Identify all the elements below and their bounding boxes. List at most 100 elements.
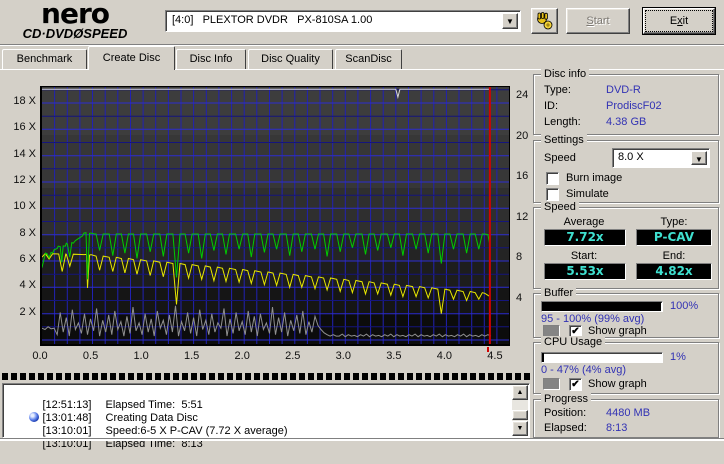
buffer-range: 95 - 100% (99% avg) (541, 313, 645, 325)
log-separator (2, 373, 530, 380)
tab-create-disc[interactable]: Create Disc (88, 46, 175, 70)
disc-length-label: Length: (544, 116, 581, 128)
tab-benchmark[interactable]: Benchmark (2, 49, 87, 69)
log-line: [13:10:01] Elapsed Time: 8:13 (42, 438, 203, 450)
burn-image-label: Burn image (566, 172, 623, 184)
y-axis-left-tick: 8 X (19, 226, 36, 239)
drive-select[interactable]: [4:0] PLEXTOR DVDR PX-810SA 1.00 ▼ (165, 10, 521, 32)
x-axis-tick: 4.0 (436, 350, 453, 362)
speed-panel-title: Speed (541, 201, 579, 213)
x-axis-tick: 3.0 (335, 350, 351, 362)
log-box: [12:51:13] Elapsed Time: 5:51 [13:01:48]… (2, 383, 530, 450)
simulate-label: Simulate (566, 188, 609, 200)
disc-info-title: Disc info (541, 68, 590, 80)
scroll-thumb[interactable] (512, 410, 528, 420)
disc-type-value: DVD-R (606, 84, 641, 96)
x-axis-tick: 1.0 (133, 350, 149, 362)
tab-disc-quality[interactable]: Disc Quality (248, 49, 333, 69)
nero-cd-dvd-speed-window: { "header": { "logo_line1": "nero", "log… (0, 0, 724, 450)
x-axis-tick: 0.0 (32, 350, 48, 362)
x-axis-tick: 4.5 (487, 350, 503, 362)
simulate-checkbox[interactable] (546, 188, 559, 201)
tab-page-create-disc: 2 X 4 X 6 X 8 X 10 X 12 X 14 X 16 X 18 X 4 8 12 16 20… (0, 68, 724, 450)
start-value: 5.53x (544, 263, 626, 280)
cpu-panel-title: CPU Usage (541, 336, 606, 348)
speed-graph: 2 X 4 X 6 X 8 X 10 X 12 X 14 X 16 X 18 X 4 8 12 16 20… (0, 70, 531, 370)
speed-select-arrow[interactable]: ▼ (691, 151, 707, 165)
type-value: P-CAV (636, 229, 712, 246)
y-axis-left-tick: 10 X (13, 200, 36, 213)
x-axis-tick: 2.0 (234, 350, 250, 362)
log-scrollbar[interactable]: ▲ ▼ (512, 385, 528, 436)
app-logo: nero CD·DVDØSPEED (10, 0, 140, 41)
cpu-percent: 1% (670, 351, 686, 363)
scroll-down-button[interactable]: ▼ (512, 421, 528, 436)
hand-tool-icon (537, 12, 553, 30)
drive-select-arrow[interactable]: ▼ (502, 13, 518, 29)
speed-setting-label: Speed (544, 152, 576, 164)
speed-panel: Speed Average Type: 7.72x P-CAV Start: E… (533, 201, 719, 289)
y-axis-left-tick: 4 X (19, 279, 36, 292)
buffer-percent: 100% (670, 300, 699, 312)
cpu-panel: CPU Usage 1% 0 - 47% (4% avg) ✔ Show gra… (533, 336, 719, 394)
cpu-bar-fill (542, 353, 545, 362)
progress-panel: Progress Position: 4480 MB Elapsed: 8:13 (533, 393, 719, 438)
elapsed-value: 8:13 (606, 422, 628, 434)
tab-scandisc[interactable]: ScanDisc (335, 49, 402, 69)
cpu-show-graph-checkbox[interactable]: ✔ (569, 378, 582, 391)
x-axis-tick: 0.5 (82, 350, 99, 362)
type-label: Type: (660, 216, 688, 228)
log-line: [13:10:01] Speed:6-5 X P-CAV (7.72 X ave… (42, 425, 288, 437)
position-tick (486, 347, 489, 352)
buffer-bar-fill (542, 302, 661, 311)
disc-id-value: ProdiscF02 (606, 100, 662, 112)
average-label: Average (563, 216, 605, 228)
y-axis-left-tick: 18 X (13, 95, 36, 107)
logo-cddvdspeed: CD·DVDØSPEED (22, 26, 128, 41)
speed-select[interactable]: 8.0 X ▼ (612, 148, 710, 168)
x-axis-tick: 1.5 (183, 350, 200, 362)
y-axis-left-tick: 2 X (19, 305, 36, 318)
exit-button[interactable]: Exit (642, 7, 716, 35)
speed-graph-plot (40, 86, 510, 346)
tab-disc-info[interactable]: Disc Info (176, 49, 246, 69)
logo-nero: nero (41, 0, 110, 30)
options-button[interactable] (531, 8, 558, 34)
settings-title: Settings (541, 134, 587, 146)
speed-select-value: 8.0 X (618, 151, 644, 163)
start-button[interactable]: Start (566, 8, 630, 34)
cpu-show-graph-label: Show graph (588, 378, 647, 390)
buffer-panel-title: Buffer (541, 287, 577, 299)
burn-image-checkbox[interactable] (546, 172, 559, 185)
disc-type-label: Type: (544, 84, 571, 96)
disc-length-value: 4.38 GB (606, 116, 647, 128)
x-axis-tick: 2.5 (285, 350, 301, 362)
log-line: [13:01:48] Creating Data Disc (5, 399, 511, 424)
cpu-range: 0 - 47% (4% avg) (541, 364, 626, 376)
cpu-color-swatch (543, 378, 560, 390)
scroll-up-button[interactable]: ▲ (512, 385, 528, 400)
exit-button-label: Exit (669, 15, 689, 27)
y-axis-left-tick: 16 X (13, 121, 36, 134)
start-button-label: Start (586, 15, 610, 27)
disc-id-label: ID: (544, 100, 559, 112)
progress-panel-title: Progress (541, 393, 592, 405)
end-value: 4.82x (636, 263, 712, 280)
elapsed-label: Elapsed: (544, 422, 587, 434)
y-axis-left-tick: 12 X (13, 174, 36, 186)
y-axis-right-tick: 4 (516, 291, 523, 304)
y-axis-right-tick: 8 (516, 251, 523, 264)
y-axis-left-tick: 14 X (13, 147, 36, 160)
start-label: Start: (570, 250, 598, 262)
log-line: [12:51:13] Elapsed Time: 5:51 (42, 399, 203, 411)
end-label: End: (662, 250, 686, 262)
buffer-panel: Buffer 100% 95 - 100% (99% avg) ✔ Show g… (533, 287, 719, 338)
disc-info-panel: Disc info Type: DVD-R ID: ProdiscF02 Len… (533, 68, 719, 135)
y-axis-right-tick: 16 (516, 170, 529, 183)
y-axis-right-tick: 12 (516, 210, 529, 223)
position-value: 4480 MB (606, 407, 651, 419)
cpu-bar (541, 352, 663, 363)
drive-select-value: [4:0] PLEXTOR DVDR PX-810SA 1.00 (172, 14, 373, 26)
average-value: 7.72x (544, 229, 626, 246)
y-axis-right-tick: 24 (516, 89, 529, 102)
